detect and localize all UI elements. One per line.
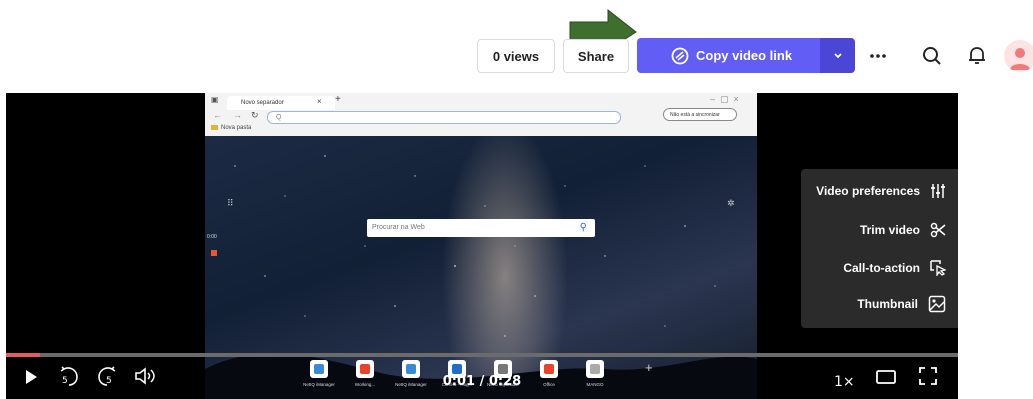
thumbnail-button[interactable]: Thumbnail [857, 293, 946, 315]
chevron-down-icon [833, 52, 842, 58]
image-icon [928, 295, 946, 313]
avatar[interactable] [1004, 40, 1033, 72]
browser-window-icon: ▣ [211, 95, 219, 104]
new-tab-icon: + [335, 94, 341, 105]
fullscreen-icon[interactable] [919, 367, 937, 385]
recording-timestamp: 0:00 [207, 234, 217, 240]
time-display: 0:01 / 0:28 [442, 374, 522, 389]
web-search-icon: ⚲ [579, 222, 587, 233]
scissors-icon [930, 222, 946, 238]
bookmark-folder: Nova pasta [211, 125, 251, 131]
forward-icon: → [233, 110, 242, 120]
share-label: Share [577, 48, 615, 64]
call-to-action-button[interactable]: Call-to-action [843, 257, 946, 279]
web-search-box: Procurar na Web ⚲ [367, 219, 595, 237]
views-label: 0 views [492, 48, 540, 64]
user-avatar-icon [1010, 48, 1030, 70]
search-icon[interactable] [920, 44, 944, 68]
trim-video-button[interactable]: Trim video [860, 219, 946, 241]
bell-icon[interactable] [965, 43, 989, 67]
link-icon [671, 47, 689, 65]
top-bar: 0 views Share Copy video link [0, 0, 1033, 90]
sync-status-label: Não está a sincronizar [670, 112, 720, 118]
sync-status-button: Não está a sincronizar [663, 108, 737, 121]
browser-address-bar: Q [267, 111, 621, 124]
browser-chrome: ▣ Novo separador × + – ▢ × ← → ↻ Q Não e… [205, 93, 757, 136]
video-tools-panel: Video preferences Trim video Call-to-act… [801, 169, 958, 328]
share-button[interactable]: Share [563, 39, 629, 73]
reload-icon: ↻ [251, 110, 259, 120]
copy-options-dropdown[interactable] [820, 38, 855, 73]
apps-grid-icon: ⠿ [227, 198, 234, 208]
copy-video-link-button[interactable]: Copy video link [637, 38, 820, 73]
recording-indicator [211, 250, 217, 256]
settings-gear-icon: ✲ [727, 198, 735, 208]
more-options-icon[interactable] [866, 44, 890, 68]
player-controls: 5 5 0:01 / 0:28 1× [6, 361, 958, 399]
browser-tab-title: Novo separador [241, 100, 284, 106]
video-player[interactable]: ▣ Novo separador × + – ▢ × ← → ↻ Q Não e… [6, 93, 958, 399]
sliders-icon [931, 184, 945, 198]
video-preferences-label: Video preferences [816, 184, 920, 198]
thumbnail-label: Thumbnail [857, 297, 918, 311]
views-button[interactable]: 0 views [477, 39, 555, 73]
address-placeholder: Q [276, 114, 282, 121]
playback-speed-button[interactable]: 1× [834, 374, 855, 390]
window-controls: – ▢ × [710, 94, 739, 104]
bookmark-label: Nova pasta [221, 125, 252, 132]
cursor-click-icon [930, 260, 946, 276]
wallpaper-milky-way: ⠿ ✲ Procurar na Web ⚲ 0:00 NetIQ iManage… [205, 136, 757, 399]
folder-icon [211, 125, 218, 130]
web-search-placeholder: Procurar na Web [372, 224, 425, 231]
copy-video-link-label: Copy video link [696, 48, 793, 63]
call-to-action-label: Call-to-action [843, 261, 920, 275]
playback-time: 0:01 / 0:28 [6, 374, 958, 389]
progress-fill [6, 353, 40, 357]
theater-mode-icon[interactable] [876, 369, 896, 385]
video-preferences-button[interactable]: Video preferences [816, 180, 946, 202]
progress-bar[interactable] [6, 353, 958, 357]
playback-speed-label: 1× [834, 374, 855, 390]
back-icon: ← [213, 110, 222, 120]
tab-close-icon: × [317, 97, 322, 106]
trim-video-label: Trim video [859, 223, 920, 237]
